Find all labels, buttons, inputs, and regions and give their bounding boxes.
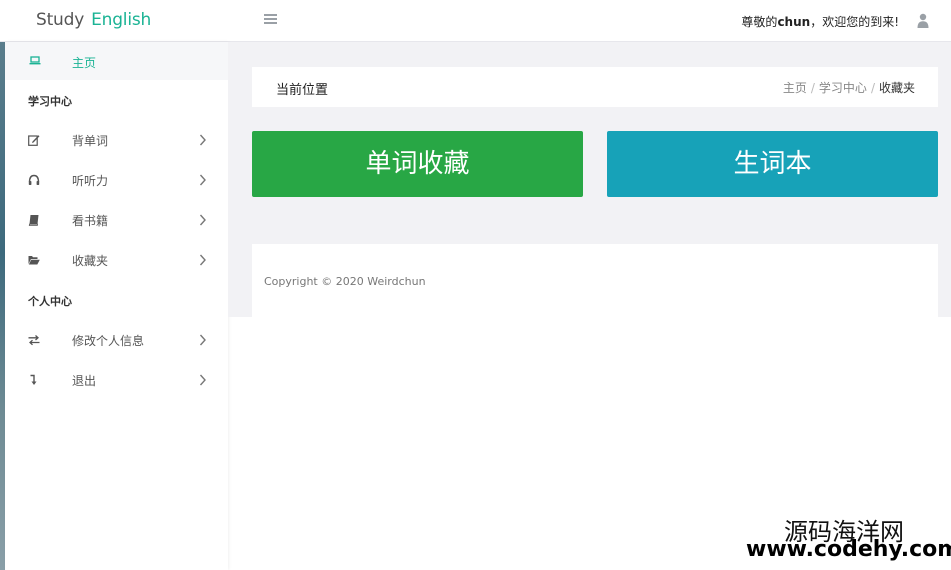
folder-open-icon	[28, 256, 40, 265]
copyright-text: Copyright © 2020 Weirdchun	[264, 275, 426, 288]
sidebar-item-logout[interactable]: 退出	[5, 360, 228, 400]
breadcrumb-link-study-center[interactable]: 学习中心	[819, 81, 867, 95]
breadcrumb-title: 当前位置	[276, 83, 329, 98]
hamburger-icon[interactable]	[264, 14, 277, 26]
chevron-right-icon	[199, 214, 206, 226]
breadcrumb-current: 收藏夹	[878, 81, 915, 95]
sidebar-item-label: 听听力	[72, 174, 109, 188]
chevron-right-icon	[199, 334, 206, 346]
chevron-right-icon	[199, 174, 206, 186]
welcome-username: chun	[777, 15, 811, 29]
top-navbar: Study English 尊敬的chun，欢迎您的到来!	[0, 0, 951, 42]
breadcrumb-link-home[interactable]: 主页	[783, 81, 807, 95]
chevron-right-icon	[199, 374, 206, 386]
breadcrumb-bar: 当前位置 主页 / 学习中心 / 收藏夹	[252, 67, 938, 107]
breadcrumb-separator: /	[810, 81, 815, 95]
sidebar-item-favorites[interactable]: 收藏夹	[5, 240, 228, 280]
sidebar-section-personal: 个人中心	[28, 295, 72, 308]
welcome-prefix: 尊敬的	[741, 15, 778, 29]
welcome-suffix: ，欢迎您的到来!	[810, 15, 899, 29]
app-logo[interactable]: Study English	[36, 10, 151, 30]
headphones-icon	[28, 174, 40, 185]
sidebar-item-edit-profile[interactable]: 修改个人信息	[5, 320, 228, 360]
user-icon[interactable]	[917, 13, 929, 28]
watermark-url: www.codehy.com	[746, 537, 951, 562]
breadcrumb: 主页 / 学习中心 / 收藏夹	[783, 79, 915, 96]
sidebar-item-label: 修改个人信息	[72, 334, 145, 348]
welcome-message: 尊敬的chun，欢迎您的到来!	[741, 13, 899, 30]
sidebar-item-label: 背单词	[72, 134, 109, 148]
level-down-icon	[30, 374, 37, 385]
sidebar-item-label: 主页	[72, 56, 97, 70]
word-favorites-button[interactable]: 单词收藏	[252, 131, 583, 197]
sidebar: 主页 学习中心 背单词 听听力 看书籍 收藏夹 个人中心 修改个人信息 退出	[5, 42, 228, 570]
sidebar-item-home[interactable]: 主页	[5, 42, 228, 80]
chevron-right-icon	[199, 254, 206, 266]
breadcrumb-separator: /	[870, 81, 875, 95]
sidebar-item-listening[interactable]: 听听力	[5, 160, 228, 200]
edit-icon	[28, 135, 40, 146]
laptop-icon	[29, 56, 41, 65]
book-icon	[28, 215, 39, 226]
vocabulary-book-button[interactable]: 生词本	[607, 131, 938, 197]
sidebar-section-study: 学习中心	[28, 95, 72, 108]
sidebar-item-memorize-words[interactable]: 背单词	[5, 120, 228, 160]
sidebar-item-label: 看书籍	[72, 214, 109, 228]
logo-word-english: English	[91, 10, 152, 30]
main-content: 当前位置 主页 / 学习中心 / 收藏夹 单词收藏 生词本 Copyright © 20…	[228, 42, 951, 317]
sidebar-item-reading[interactable]: 看书籍	[5, 200, 228, 240]
footer: Copyright © 2020 Weirdchun	[252, 244, 938, 317]
sidebar-item-label: 收藏夹	[72, 254, 109, 268]
chevron-right-icon	[199, 134, 206, 146]
sidebar-item-label: 退出	[72, 374, 97, 388]
exchange-icon	[28, 335, 40, 346]
logo-word-study: Study	[36, 10, 85, 30]
